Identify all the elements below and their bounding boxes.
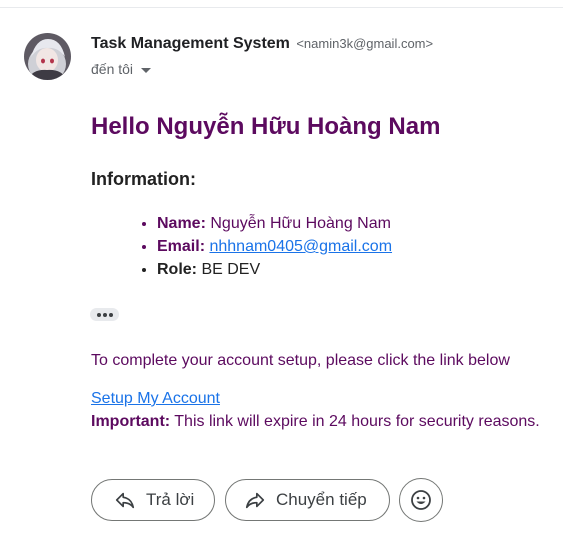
dot [102,312,107,317]
reply-button[interactable]: Trả lời [91,479,215,521]
chevron-down-icon[interactable] [141,67,152,73]
forward-icon [244,489,266,511]
sender-avatar[interactable] [24,33,71,80]
header-divider [0,7,563,8]
setup-instruction-text: To complete your account setup, please c… [91,352,510,369]
emoji-reaction-button[interactable] [399,478,443,522]
more-dots-icon[interactable] [90,308,119,321]
info-value: BE DEV [201,261,261,278]
important-label: Important: [91,413,171,430]
forward-button[interactable]: Chuyển tiếp [225,479,390,521]
info-item-role: Role: BE DEV [157,258,392,281]
important-notice: Important: This link will expire in 24 h… [91,413,540,431]
info-list: Name: Nguyễn Hữu Hoàng Nam Email: nhhnam… [138,212,392,281]
dot [96,312,101,317]
info-item-email: Email: nhhnam0405@gmail.com [157,235,392,258]
email-greeting: Hello Nguyễn Hữu Hoàng Nam [91,113,441,140]
info-label: Email: [157,238,206,255]
info-item-name: Name: Nguyễn Hữu Hoàng Nam [157,212,392,235]
reply-label: Trả lời [146,490,195,509]
reply-icon [114,489,136,511]
setup-account-link[interactable]: Setup My Account [91,390,220,408]
info-value: Nguyễn Hữu Hoàng Nam [210,215,391,232]
info-label: Name: [157,215,206,232]
important-text: This link will expire in 24 hours for se… [170,413,540,430]
info-label: Role: [157,261,197,278]
email-link[interactable]: nhhnam0405@gmail.com [209,238,392,255]
recipient-details-toggle[interactable]: đến tôi [91,61,152,77]
forward-label: Chuyển tiếp [276,490,367,509]
avatar-image [24,33,71,80]
sender-email: <namin3k@gmail.com> [296,36,434,51]
sender-line: Task Management System <namin3k@gmail.co… [91,35,433,53]
emoji-icon [411,490,431,510]
sender-name: Task Management System [91,35,290,52]
dot [108,312,113,317]
recipient-label: đến tôi [91,61,134,77]
info-heading: Information: [91,169,196,189]
